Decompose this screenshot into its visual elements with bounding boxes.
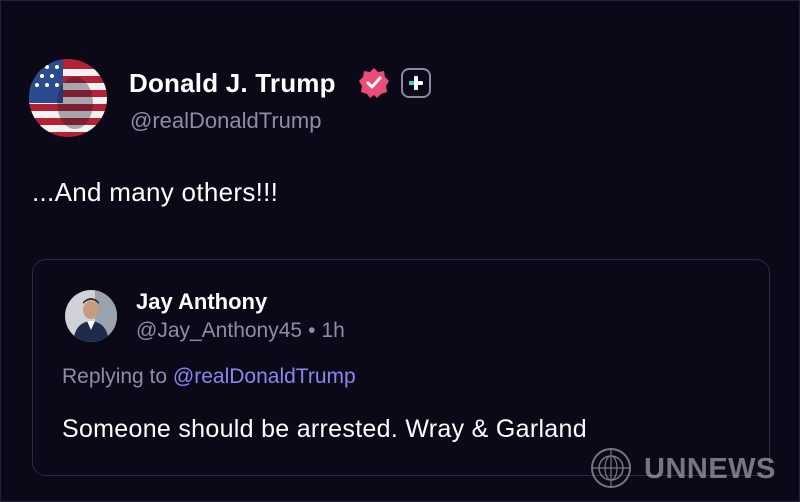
quoted-author-name[interactable]: Jay Anthony	[136, 289, 267, 315]
post-text: ...And many others!!!	[32, 177, 279, 207]
verified-badge-icon	[358, 67, 390, 99]
watermark-text: UNNEWS	[644, 453, 776, 485]
watermark: UNNEWS	[586, 446, 791, 492]
plus-icon	[409, 76, 423, 90]
author-avatar[interactable]	[29, 59, 107, 137]
author-name[interactable]: Donald J. Trump	[129, 68, 336, 99]
un-emblem-icon	[591, 448, 631, 488]
quoted-meta: @Jay_Anthony45 • 1h	[136, 319, 345, 343]
quoted-post-text: Someone should be arrested. Wray & Garla…	[62, 415, 587, 443]
author-handle[interactable]: @realDonaldTrump	[130, 108, 321, 134]
quoted-author-avatar[interactable]	[65, 290, 117, 342]
quoted-author-handle[interactable]: @Jay_Anthony45	[136, 319, 302, 342]
follow-plus-button[interactable]	[401, 68, 431, 98]
replying-to: Replying to @realDonaldTrump	[62, 365, 356, 389]
meta-separator: •	[308, 319, 316, 342]
quoted-timestamp: 1h	[321, 319, 345, 342]
replying-to-label: Replying to	[62, 365, 168, 388]
post-card: Donald J. Trump @realDonaldTrump ...And …	[0, 0, 800, 502]
reply-mention-link[interactable]: @realDonaldTrump	[173, 365, 356, 388]
quoted-post[interactable]: Jay Anthony @Jay_Anthony45 • 1h Replying t…	[32, 259, 770, 476]
